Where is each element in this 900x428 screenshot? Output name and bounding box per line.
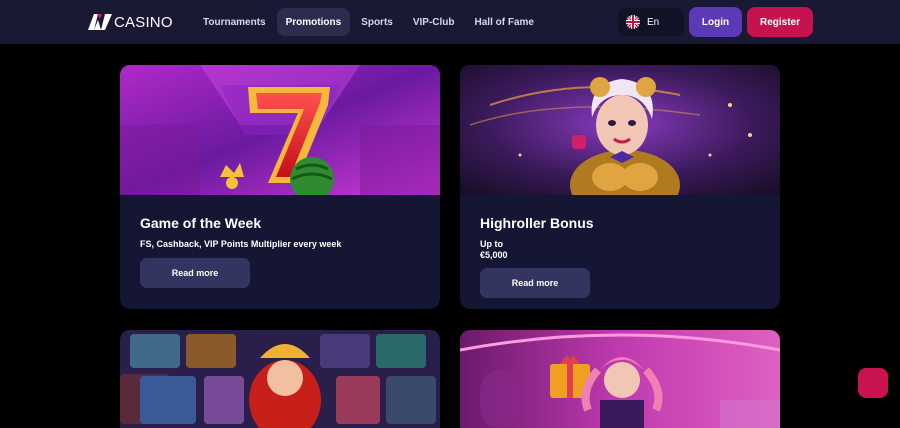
language-label: En [647, 16, 660, 28]
promo-description-line: Up to [480, 239, 503, 249]
read-more-button[interactable]: Read more [140, 258, 250, 288]
promo-card-game-of-the-week[interactable]: Game of the Week FS, Cashback, VIP Point… [120, 65, 440, 309]
nav-item-promotions[interactable]: Promotions [276, 8, 351, 36]
promo-image-slots [120, 330, 440, 428]
nav-item-hall-of-fame[interactable]: Hall of Fame [466, 8, 543, 36]
login-button[interactable]: Login [689, 7, 742, 37]
promo-description: Up to €5,000 [480, 239, 508, 261]
nav-item-tournaments[interactable]: Tournaments [194, 8, 275, 36]
logo-text: CASINO [114, 13, 173, 31]
site-logo[interactable]: CASINO [88, 13, 173, 31]
promo-title: Game of the Week [140, 215, 262, 231]
uk-flag-icon [626, 15, 640, 29]
promo-image-game-of-the-week [120, 65, 440, 195]
promo-card-slots[interactable] [120, 330, 440, 428]
promo-card-gift[interactable] [460, 330, 780, 428]
register-button[interactable]: Register [747, 7, 813, 37]
promo-image-highroller-bonus [460, 65, 780, 195]
nav-item-vip-club[interactable]: VIP-Club [404, 8, 464, 36]
promo-description-line: FS, Cashback, VIP Points Multiplier ever… [140, 239, 342, 249]
read-more-button[interactable]: Read more [480, 268, 590, 298]
logo-mark-icon [88, 14, 112, 30]
language-selector[interactable]: En [618, 8, 684, 36]
main-nav: Tournaments Promotions Sports VIP-Club H… [194, 8, 545, 36]
promo-title: Highroller Bonus [480, 215, 594, 231]
promo-description: FS, Cashback, VIP Points Multiplier ever… [140, 239, 341, 250]
chat-button[interactable] [858, 368, 888, 398]
promo-card-highroller-bonus[interactable]: Highroller Bonus Up to €5,000 Read more [460, 65, 780, 309]
promo-amount: €5,000 [480, 250, 508, 260]
nav-item-sports[interactable]: Sports [352, 8, 402, 36]
promo-image-gift [460, 330, 780, 428]
site-header: CASINO Tournaments Promotions Sports VIP… [0, 0, 900, 44]
